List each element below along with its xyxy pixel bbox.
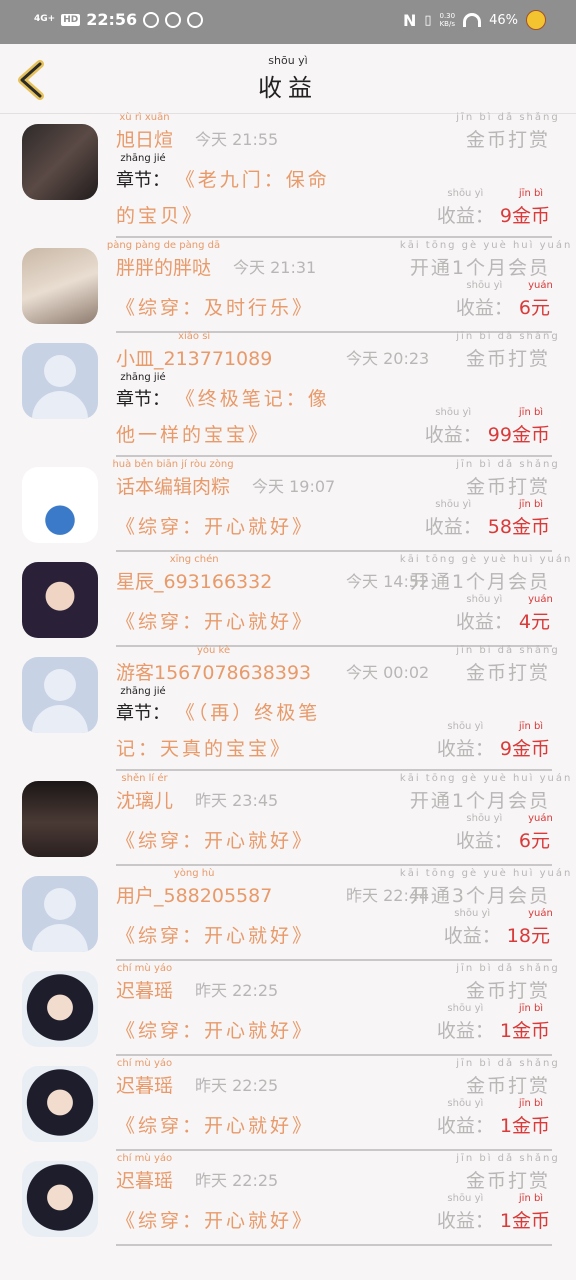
hd-badge: HD [61, 13, 81, 26]
income-amount: shōu yì 收益： 9 jīn bì 金币 [436, 721, 550, 761]
user-name[interactable]: xiǎo sì 小皿_213771089 [116, 332, 272, 371]
list-item[interactable]: chí mù yáo 迟暮瑶 昨天 22:25 jīn bì dǎ shǎng … [22, 961, 560, 1056]
income-type: jīn bì dǎ shǎng 金币打赏 [456, 112, 560, 152]
chapter-line: zhāng jié 章节： 《老九门：保命 [116, 153, 330, 192]
user-name[interactable]: yóu kè 游客1567078638393 [116, 646, 311, 685]
timestamp: 今天 00:02 [346, 663, 430, 682]
income-amount: shōu yì 收益： 58 jīn bì 金币 [424, 499, 550, 539]
book-title[interactable]: 《综穿：开心就好》 [116, 1206, 314, 1233]
app-notification-icon [187, 11, 204, 28]
income-list: xù rì xuān 旭日煊 今天 21:55 jīn bì dǎ shǎng … [0, 112, 576, 1246]
list-item[interactable]: yòng hù 用户_588205587 昨天 22:44 kāi tōng g… [22, 866, 573, 961]
user-name[interactable]: pàng pàng de pàng dā 胖胖的胖哒 [107, 241, 220, 280]
clock: 22:56 [86, 10, 138, 29]
income-amount: shōu yì 收益： 1 jīn bì 金币 [436, 1098, 550, 1138]
timestamp: 昨天 22:25 [195, 1171, 279, 1190]
nfc-icon: N [402, 10, 417, 30]
back-arrow-icon[interactable] [14, 60, 50, 100]
avatar[interactable] [22, 124, 98, 200]
list-item[interactable]: shěn lí ér 沈璃儿 昨天 23:45 kāi tōng gè yuè … [22, 771, 573, 866]
book-title[interactable]: 《综穿：开心就好》 [116, 1111, 314, 1138]
list-item[interactable]: chí mù yáo 迟暮瑶 昨天 22:25 jīn bì dǎ shǎng … [22, 1151, 560, 1246]
income-type: jīn bì dǎ shǎng 金币打赏 [456, 331, 560, 371]
vibrate-icon: ▯ [424, 12, 432, 28]
user-name[interactable]: chí mù yáo 迟暮瑶 [116, 1154, 173, 1193]
chapter-title-part1[interactable]: 《（再）终极笔 [176, 702, 321, 724]
network-indicator: 4G+ [34, 14, 56, 24]
list-item[interactable]: huà běn biān jí ròu zòng 话本编辑肉粽 今天 19:07… [22, 457, 560, 552]
list-item[interactable]: xiǎo sì 小皿_213771089 今天 20:23 jīn bì dǎ … [22, 331, 560, 457]
list-item[interactable]: xù rì xuān 旭日煊 今天 21:55 jīn bì dǎ shǎng … [22, 112, 560, 238]
network-speed: 0.30 KB/s [439, 12, 456, 28]
avatar[interactable] [22, 657, 98, 733]
qq-icon [143, 11, 160, 28]
user-name[interactable]: chí mù yáo 迟暮瑶 [116, 964, 173, 1003]
income-amount: shōu yì 收益： 1 jīn bì 金币 [436, 1193, 550, 1233]
avatar[interactable] [22, 562, 98, 638]
income-type: jīn bì dǎ shǎng 金币打赏 [456, 1153, 560, 1193]
user-name[interactable]: chí mù yáo 迟暮瑶 [116, 1059, 173, 1098]
user-name[interactable]: shěn lí ér 沈璃儿 [116, 774, 173, 813]
income-type: kāi tōng gè yuè huì yuán 开通1个月会员 [399, 240, 573, 280]
user-name[interactable]: yòng hù 用户_588205587 [116, 869, 272, 908]
book-title[interactable]: 《综穿：开心就好》 [116, 1016, 314, 1043]
avatar[interactable] [22, 1161, 98, 1237]
page-header: shōu yì 收益 [0, 44, 576, 114]
chapter-title-part1[interactable]: 《老九门：保命 [176, 169, 330, 191]
timestamp: 今天 21:31 [233, 258, 317, 277]
book-title[interactable]: 《综穿：开心就好》 [116, 921, 314, 948]
income-amount: shōu yì 收益： 4 yuán 元 [455, 594, 553, 634]
income-type: jīn bì dǎ shǎng 金币打赏 [456, 459, 560, 499]
income-type: jīn bì dǎ shǎng 金币打赏 [456, 963, 560, 1003]
list-item[interactable]: yóu kè 游客1567078638393 今天 00:02 jīn bì d… [22, 645, 560, 771]
chapter-title-part2[interactable]: 他一样的宝宝》 [116, 420, 270, 447]
timestamp: 今天 19:07 [252, 477, 336, 496]
avatar[interactable] [22, 467, 98, 543]
book-title[interactable]: 《综穿：开心就好》 [116, 607, 314, 634]
emoji-icon [526, 10, 546, 30]
chapter-title-part2[interactable]: 的宝贝》 [116, 201, 204, 228]
timestamp: 昨天 22:25 [195, 1076, 279, 1095]
avatar[interactable] [22, 781, 98, 857]
income-amount: shōu yì 收益： 6 yuán 元 [455, 813, 553, 853]
list-item[interactable]: chí mù yáo 迟暮瑶 昨天 22:25 jīn bì dǎ shǎng … [22, 1056, 560, 1151]
income-amount: shōu yì 收益： 18 yuán 元 [443, 908, 553, 948]
user-name[interactable]: huà běn biān jí ròu zòng 话本编辑肉粽 [112, 460, 233, 499]
income-type: jīn bì dǎ shǎng 金币打赏 [456, 645, 560, 685]
chapter-title-part2[interactable]: 记：天真的宝宝》 [116, 734, 292, 761]
timestamp: 昨天 23:45 [195, 791, 279, 810]
book-title[interactable]: 《综穿：及时行乐》 [116, 293, 314, 320]
income-amount: shōu yì 收益： 1 jīn bì 金币 [436, 1003, 550, 1043]
chat-bubble-icon [165, 11, 182, 28]
avatar[interactable] [22, 876, 98, 952]
avatar[interactable] [22, 248, 98, 324]
wifi-icon [463, 13, 482, 27]
book-title[interactable]: 《综穿：开心就好》 [116, 512, 314, 539]
income-type: jīn bì dǎ shǎng 金币打赏 [456, 1058, 560, 1098]
book-title[interactable]: 《综穿：开心就好》 [116, 826, 314, 853]
income-amount: shōu yì 收益： 9 jīn bì 金币 [436, 188, 550, 228]
battery-level: 46% [489, 12, 518, 28]
list-item[interactable]: xīng chén 星辰_693166332 今天 14:52 kāi tōng… [22, 552, 573, 647]
income-amount: shōu yì 收益： 6 yuán 元 [455, 280, 553, 320]
avatar[interactable] [22, 1066, 98, 1142]
timestamp: 今天 20:23 [346, 349, 430, 368]
income-type: kāi tōng gè yuè huì yuán 开通3个月会员 [399, 868, 573, 908]
income-type: kāi tōng gè yuè huì yuán 开通1个月会员 [399, 773, 573, 813]
chapter-line: zhāng jié 章节： 《（再）终极笔 [116, 686, 321, 725]
user-name[interactable]: xīng chén 星辰_693166332 [116, 555, 272, 594]
chapter-title-part1[interactable]: 《终极笔记：像 [176, 388, 330, 410]
income-type: kāi tōng gè yuè huì yuán 开通1个月会员 [399, 554, 573, 594]
status-bar: 4G+ HD 22:56 N ▯ 0.30 KB/s 46% [0, 0, 576, 44]
avatar[interactable] [22, 971, 98, 1047]
timestamp: 今天 21:55 [195, 130, 279, 149]
avatar[interactable] [22, 343, 98, 419]
timestamp: 昨天 22:25 [195, 981, 279, 1000]
chapter-line: zhāng jié 章节： 《终极笔记：像 [116, 372, 330, 411]
page-title: shōu yì 收益 [258, 54, 318, 102]
income-amount: shōu yì 收益： 99 jīn bì 金币 [424, 407, 550, 447]
list-item[interactable]: pàng pàng de pàng dā 胖胖的胖哒 今天 21:31 kāi … [22, 238, 573, 333]
user-name[interactable]: xù rì xuān 旭日煊 [116, 113, 173, 152]
